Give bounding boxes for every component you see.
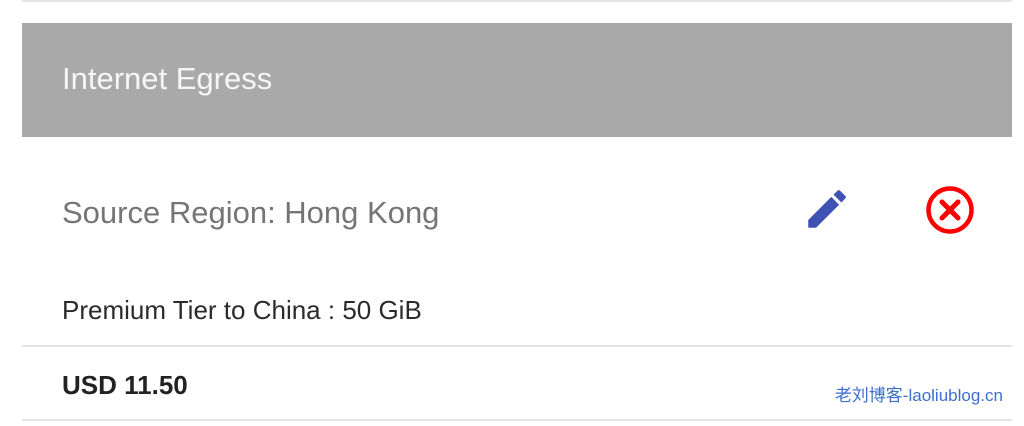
divider [22, 419, 1012, 421]
pencil-icon [808, 190, 846, 228]
section-title: Internet Egress [62, 61, 273, 96]
item-detail: Premium Tier to China : 50 GiB [62, 295, 422, 325]
divider [22, 345, 1012, 347]
section-header: Internet Egress [22, 23, 1012, 137]
remove-button[interactable] [922, 182, 978, 238]
top-divider [22, 0, 1012, 2]
edit-button[interactable] [800, 182, 854, 236]
price-total: USD 11.50 [62, 370, 188, 400]
item-title: Source Region: Hong Kong [62, 195, 440, 230]
close-circle-icon [926, 186, 974, 234]
watermark: 老刘博客-laoliublog.cn [834, 386, 1003, 405]
